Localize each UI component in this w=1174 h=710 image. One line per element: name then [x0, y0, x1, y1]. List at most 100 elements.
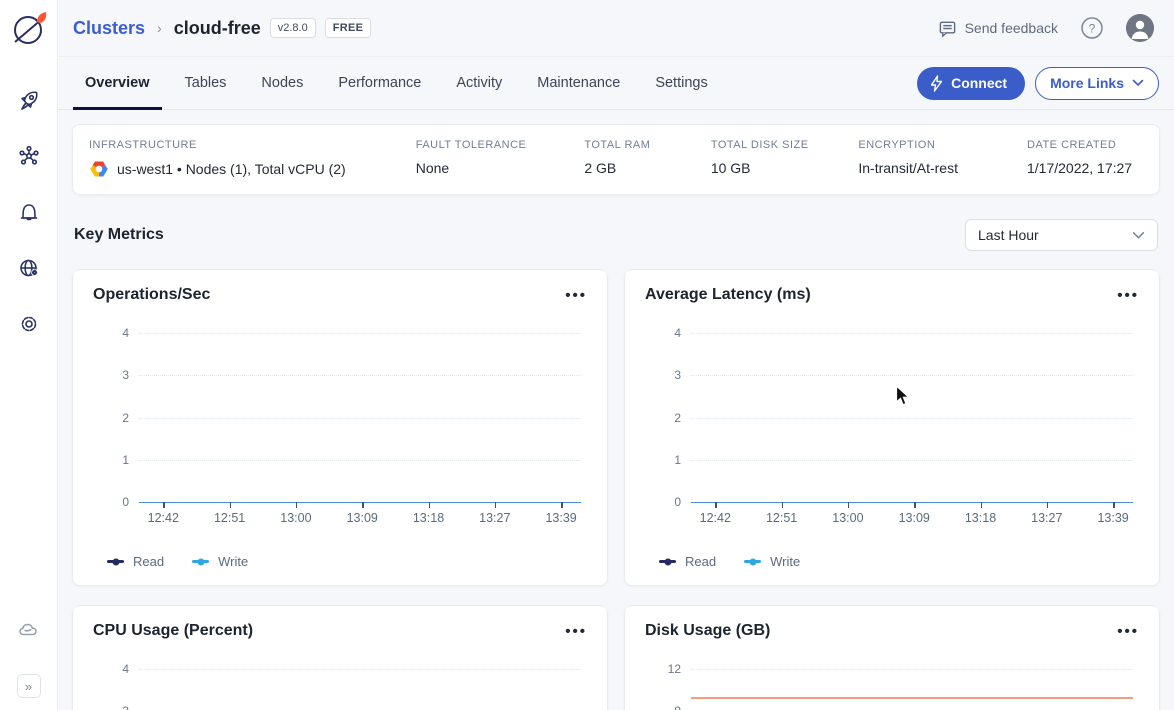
tab-nodes[interactable]: Nodes — [249, 57, 315, 109]
x-tick-label: 13:39 — [545, 511, 576, 525]
x-tick-label: 13:09 — [347, 511, 378, 525]
network-nodes-icon[interactable] — [16, 143, 42, 169]
sidebar-bottom: » — [16, 602, 42, 698]
info-field-value: 2 GB — [584, 160, 710, 176]
settings-gear-icon[interactable] — [16, 311, 42, 337]
more-links-button[interactable]: More Links — [1035, 67, 1159, 100]
x-tick-label: 13:00 — [832, 511, 863, 525]
legend-marker-icon — [107, 560, 124, 563]
chart-plot: 43210 — [691, 333, 1133, 502]
x-axis-line — [139, 502, 581, 503]
info-field: TOTAL RAM2 GB — [584, 139, 710, 178]
x-tick-mark — [1113, 502, 1115, 508]
chart-title: CPU Usage (Percent) — [93, 622, 253, 640]
chevron-down-icon — [1132, 79, 1144, 87]
legend-item-read[interactable]: Read — [659, 554, 716, 569]
breadcrumb-chevron-icon: › — [157, 20, 162, 36]
chart-plot: 43210 — [139, 333, 581, 502]
chart-legend: Read Write — [659, 554, 1139, 569]
chart-menu-button[interactable]: ••• — [1117, 622, 1139, 641]
x-tick-label: 13:27 — [479, 511, 510, 525]
x-axis-line — [691, 502, 1133, 503]
gridline — [691, 418, 1133, 419]
x-tick-mark — [230, 502, 232, 508]
alerts-bell-icon[interactable] — [16, 199, 42, 225]
legend-item-write[interactable]: Write — [192, 554, 248, 569]
user-avatar[interactable] — [1126, 14, 1154, 42]
x-tick-label: 13:27 — [1031, 511, 1062, 525]
info-field-label: FAULT TOLERANCE — [416, 139, 585, 151]
send-feedback-button[interactable]: Send feedback — [938, 19, 1058, 38]
gridline — [139, 375, 581, 376]
key-metrics-title: Key Metrics — [74, 226, 164, 244]
x-tick-mark — [296, 502, 298, 508]
y-tick-label: 3 — [93, 704, 129, 710]
version-badge: v2.8.0 — [270, 18, 316, 38]
clusters-rocket-icon[interactable] — [16, 87, 42, 113]
x-tick-label: 13:00 — [280, 511, 311, 525]
top-bar: Clusters › cloud-free v2.8.0 FREE Send f… — [58, 0, 1174, 57]
help-icon[interactable]: ? — [1080, 16, 1104, 40]
x-tick-mark — [163, 502, 165, 508]
info-field-value: None — [416, 160, 585, 176]
x-tick-mark — [715, 502, 717, 508]
x-tick-mark — [848, 502, 850, 508]
x-tick-mark — [429, 502, 431, 508]
x-tick-label: 13:18 — [965, 511, 996, 525]
y-tick-label: 1 — [93, 453, 129, 467]
breadcrumb-clusters-link[interactable]: Clusters — [73, 18, 145, 39]
chart-menu-button[interactable]: ••• — [1117, 286, 1139, 305]
info-field-value: 1/17/2022, 17:27 — [1027, 160, 1143, 176]
chart-plot: 129630 — [691, 669, 1133, 710]
chart-title: Average Latency (ms) — [645, 286, 811, 304]
y-tick-label: 4 — [645, 326, 681, 340]
chart-header: CPU Usage (Percent) ••• — [93, 622, 587, 641]
connect-button[interactable]: Connect — [917, 67, 1025, 100]
plan-badge: FREE — [325, 18, 372, 38]
tab-settings[interactable]: Settings — [643, 57, 719, 109]
y-tick-label: 0 — [645, 495, 681, 509]
x-tick-label: 12:42 — [700, 511, 731, 525]
info-field-value: us-west1 • Nodes (1), Total vCPU (2) — [89, 160, 416, 178]
legend-label: Read — [685, 554, 716, 569]
gridline — [691, 460, 1133, 461]
legend-item-write[interactable]: Write — [744, 554, 800, 569]
info-field-value: In-transit/At-rest — [858, 160, 1027, 176]
x-tick-mark — [495, 502, 497, 508]
x-tick-mark — [914, 502, 916, 508]
tab-tables[interactable]: Tables — [173, 57, 239, 109]
y-tick-label: 0 — [93, 495, 129, 509]
y-tick-label: 3 — [645, 368, 681, 382]
globe-settings-icon[interactable] — [16, 255, 42, 281]
x-tick-label: 13:18 — [413, 511, 444, 525]
main-area: Clusters › cloud-free v2.8.0 FREE Send f… — [58, 0, 1174, 710]
info-field: ENCRYPTIONIn-transit/At-rest — [858, 139, 1027, 178]
info-field: TOTAL DISK SIZE10 GB — [711, 139, 859, 178]
cluster-tab-bar: OverviewTablesNodesPerformanceActivityMa… — [58, 57, 1174, 110]
cockroach-cloud-logo-icon[interactable] — [8, 8, 50, 50]
chart-card: CPU Usage (Percent)•••4321012:4212:5113:… — [72, 605, 608, 710]
x-tick-mark — [561, 502, 563, 508]
chart-menu-button[interactable]: ••• — [565, 622, 587, 641]
info-field: DATE CREATED1/17/2022, 17:27 — [1027, 139, 1143, 178]
tab-performance[interactable]: Performance — [326, 57, 433, 109]
gridline — [139, 460, 581, 461]
tab-overview[interactable]: Overview — [73, 57, 162, 109]
time-range-select[interactable]: Last Hour — [965, 219, 1158, 251]
y-tick-label: 4 — [93, 662, 129, 676]
tab-activity[interactable]: Activity — [444, 57, 514, 109]
breadcrumb-cluster-name: cloud-free — [174, 18, 261, 39]
legend-label: Write — [770, 554, 800, 569]
x-tick-label: 12:42 — [148, 511, 179, 525]
legend-label: Write — [218, 554, 248, 569]
x-tick-label: 13:39 — [1097, 511, 1128, 525]
expand-sidebar-button[interactable]: » — [17, 674, 41, 698]
legend-item-read[interactable]: Read — [107, 554, 164, 569]
tab-maintenance[interactable]: Maintenance — [525, 57, 632, 109]
cloud-icon[interactable] — [16, 617, 42, 643]
tabs: OverviewTablesNodesPerformanceActivityMa… — [73, 57, 731, 109]
x-axis-labels: 12:4212:5113:0013:0913:1813:2713:39 — [139, 511, 581, 527]
x-tick-mark — [1047, 502, 1049, 508]
chart-menu-button[interactable]: ••• — [565, 286, 587, 305]
overview-content: INFRASTRUCTUREus-west1 • Nodes (1), Tota… — [58, 110, 1174, 710]
